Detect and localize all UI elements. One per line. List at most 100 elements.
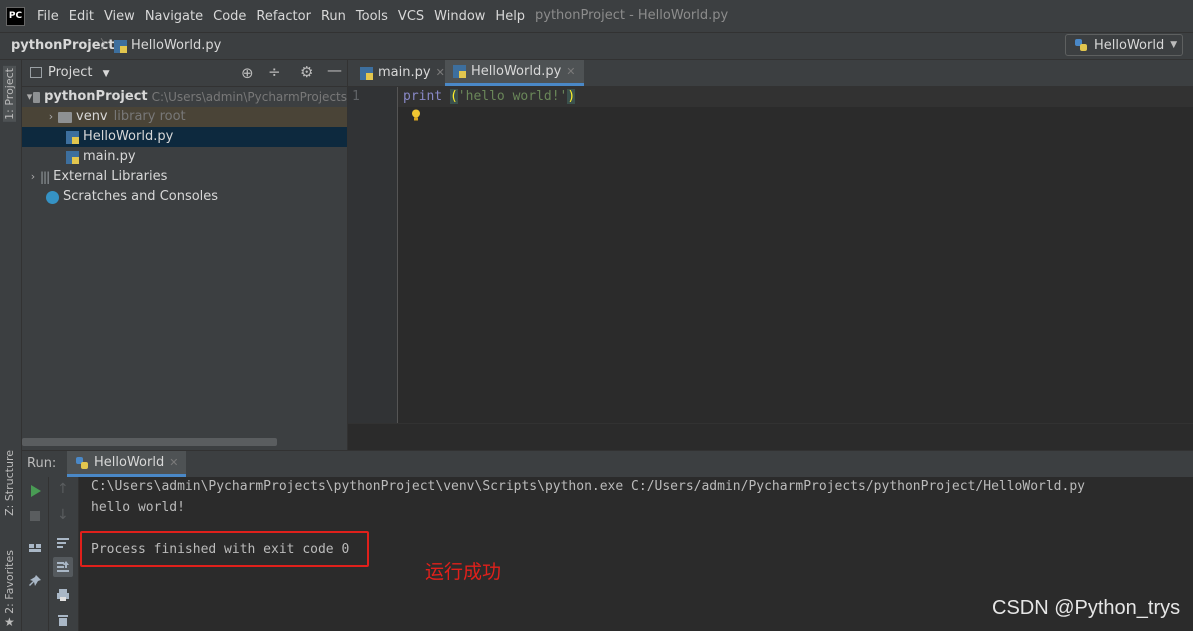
menu-window[interactable]: Window [429, 9, 490, 24]
tree-item-scratches[interactable]: Scratches and Consoles [22, 187, 347, 207]
window-title: pythonProject - HelloWorld.py [535, 8, 729, 23]
run-config-label: HelloWorld [1094, 37, 1165, 53]
project-view-label: Project [48, 65, 93, 80]
python-file-icon [66, 130, 79, 144]
code-close-paren: ) [567, 89, 576, 104]
breadcrumb-file[interactable]: HelloWorld.py [114, 33, 221, 59]
locate-icon[interactable]: ⊕ [241, 64, 254, 82]
python-file-icon [360, 66, 373, 80]
tree-item-label: Scratches and Consoles [63, 189, 219, 204]
code-editor[interactable] [398, 87, 1193, 423]
code-keyword: print [403, 89, 443, 104]
menu-edit[interactable]: Edit [64, 9, 99, 24]
layout-icon[interactable] [28, 541, 42, 555]
run-panel-header: Run: HelloWorld ✕ [22, 450, 1193, 478]
menu-tools[interactable]: Tools [351, 9, 393, 24]
library-icon: ||| [40, 170, 50, 184]
python-icon [1075, 39, 1087, 51]
menu-vcs[interactable]: VCS [393, 9, 429, 24]
editor-tabs-bar: main.py ✕ HelloWorld.py ✕ [348, 60, 1193, 87]
line-number: 1 [352, 89, 360, 104]
tab-main-py[interactable]: main.py ✕ [352, 60, 453, 86]
project-view-icon [30, 67, 42, 78]
tree-item-external-libraries[interactable]: › ||| External Libraries [22, 167, 347, 187]
chevron-down-icon: ▼ [1170, 40, 1178, 50]
console-command-line: C:\Users\admin\PycharmProjects\pythonPro… [91, 479, 1085, 494]
menu-code[interactable]: Code [208, 9, 251, 24]
tab-helloworld-py[interactable]: HelloWorld.py ✕ [445, 60, 584, 86]
tab-favorites-tool[interactable]: 2: Favorites [3, 550, 16, 614]
left-tool-strip: 1: Project Z: Structure 2: Favorites ★ [0, 60, 22, 631]
stop-icon[interactable] [28, 509, 42, 523]
tab-label: main.py [378, 65, 431, 80]
folder-icon [58, 111, 72, 123]
trash-icon[interactable] [56, 613, 70, 627]
chevron-down-icon: ▼ [102, 69, 110, 79]
scroll-to-end-icon [57, 561, 69, 572]
print-icon[interactable] [56, 588, 70, 602]
collapse-all-icon[interactable]: ÷ [268, 63, 281, 81]
tree-item-label: pythonProject [44, 89, 148, 104]
run-tab-label: HelloWorld [94, 455, 165, 470]
menu-items: File Edit View Navigate Code Refactor Ru… [32, 0, 530, 32]
arrow-up-icon[interactable]: ↑ [57, 481, 69, 497]
tree-item-path: C:\Users\admin\PycharmProjects [151, 90, 347, 104]
menu-view[interactable]: View [99, 9, 140, 24]
tree-item-helloworld[interactable]: HelloWorld.py [22, 127, 347, 147]
pin-icon[interactable] [28, 574, 42, 588]
project-panel-header: Project ▼ ⊕ ÷ ⚙ — [22, 60, 347, 87]
lightbulb-icon[interactable] [411, 109, 421, 121]
gear-icon[interactable]: ⚙ [300, 63, 313, 81]
close-icon[interactable]: ✕ [566, 59, 575, 85]
star-icon: ★ [4, 615, 15, 629]
minimize-icon[interactable]: — [327, 61, 342, 79]
tree-item-main[interactable]: main.py [22, 147, 347, 167]
chevron-down-icon: ▾ [26, 90, 33, 103]
close-icon[interactable]: ✕ [169, 456, 178, 469]
scroll-to-end-toggle[interactable] [53, 557, 73, 577]
chevron-right-icon: › [30, 170, 36, 183]
python-icon [76, 456, 88, 469]
code-line[interactable]: print ('hello world!') [403, 89, 576, 104]
run-toolbar-secondary: ↑ ↓ [49, 477, 79, 631]
editor-gutter [348, 87, 398, 423]
menu-run[interactable]: Run [316, 9, 351, 24]
pycharm-logo-icon: PC [6, 7, 25, 26]
tab-label: HelloWorld.py [471, 63, 562, 79]
navigation-bar: pythonProject 〉 HelloWorld.py [0, 33, 1193, 60]
breadcrumb-separator-icon: 〉 [100, 38, 114, 53]
tab-favorites-tool-label: 2: Favorites [3, 550, 16, 614]
breadcrumb-project[interactable]: pythonProject [11, 33, 115, 59]
tree-item-venv[interactable]: › venv library root [22, 107, 347, 127]
editor-bottom-area [348, 423, 1193, 450]
run-tab-helloworld[interactable]: HelloWorld ✕ [67, 451, 187, 477]
annotation-highlight-box [80, 531, 369, 567]
run-config-dropdown[interactable]: HelloWorld ▼ [1065, 34, 1183, 56]
menu-file[interactable]: File [32, 9, 64, 24]
tree-item-label: HelloWorld.py [83, 129, 174, 144]
arrow-down-icon[interactable]: ↓ [57, 507, 69, 523]
scratches-icon [46, 190, 59, 204]
tab-structure-tool[interactable]: Z: Structure [3, 450, 16, 516]
menu-help[interactable]: Help [490, 9, 530, 24]
console-output-line: hello world! [91, 500, 185, 515]
menu-navigate[interactable]: Navigate [140, 9, 208, 24]
close-icon[interactable]: ✕ [436, 60, 445, 86]
python-file-icon [66, 150, 79, 164]
chevron-right-icon: › [48, 110, 54, 123]
tab-project-tool[interactable]: 1: Project [3, 66, 16, 122]
run-panel-label: Run: [27, 456, 57, 471]
python-file-icon [114, 39, 127, 53]
soft-wrap-icon[interactable] [56, 536, 70, 550]
tree-item-project-root[interactable]: ▾ pythonProject C:\Users\admin\PycharmPr… [22, 87, 347, 107]
tab-project-tool-label: 1: Project [3, 68, 16, 120]
rerun-icon[interactable] [28, 484, 42, 498]
watermark: CSDN @Python_trys [992, 597, 1181, 619]
project-view-selector[interactable]: Project ▼ [48, 60, 110, 87]
project-horizontal-scrollbar[interactable] [22, 438, 277, 446]
annotation-text: 运行成功 [425, 561, 502, 583]
code-open-paren: ( [449, 89, 458, 104]
menu-refactor[interactable]: Refactor [251, 9, 316, 24]
tab-structure-tool-label: Z: Structure [3, 450, 16, 516]
